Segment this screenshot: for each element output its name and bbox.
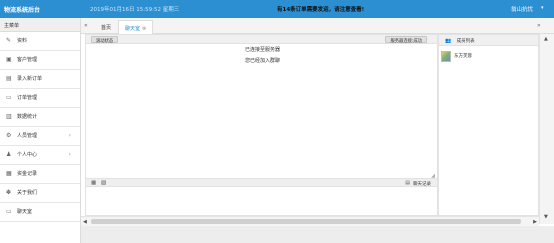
- sidebar-item-profile[interactable]: ✎ 资料: [0, 32, 80, 51]
- sidebar-item-label: 资料: [17, 38, 28, 44]
- sidebar-item-new-order[interactable]: ▤ 录入新订单: [0, 70, 80, 89]
- chevron-right-icon: ›: [68, 151, 71, 158]
- tab-label: 首页: [101, 25, 112, 31]
- people-icon: 👥: [445, 38, 452, 44]
- edit-icon: ✎: [6, 37, 12, 44]
- scroll-right-icon[interactable]: ▶: [533, 219, 537, 225]
- sidebar-item-about[interactable]: ✽ 关于我们: [0, 184, 80, 203]
- scroll-left-icon[interactable]: ◀: [83, 219, 87, 225]
- member-list-header: 👥 成员列表: [439, 35, 538, 46]
- user-menu[interactable]: 翁山抗忧: [511, 5, 533, 13]
- scroll-down-icon[interactable]: ▼: [544, 214, 548, 220]
- chat-message: 已连接至服务器: [244, 47, 280, 53]
- app-title: 物流系统后台: [4, 7, 41, 14]
- chat-history-button[interactable]: 聊天记录: [413, 181, 431, 187]
- image-icon[interactable]: ▧: [101, 180, 106, 186]
- member-panel: 👥 成员列表 东方芙蓉: [438, 34, 539, 216]
- sidebar-item-label: 数据统计: [17, 114, 38, 120]
- sidebar-item-staff[interactable]: ⚙ 人员管理 ›: [0, 127, 80, 146]
- gear-icon: ⚙: [6, 132, 12, 139]
- tab-label: 聊天室: [125, 26, 141, 32]
- list-item[interactable]: 东方芙蓉: [441, 51, 472, 62]
- sidebar-title: 主菜单: [0, 18, 80, 32]
- emoji-icon[interactable]: ▦: [91, 180, 96, 186]
- member-list-title: 成员列表: [456, 39, 475, 44]
- tab-bar: « 首页 聊天室 ⊗ »: [81, 18, 554, 34]
- chat-header: 滚动状态 服务器连接:成功: [86, 35, 437, 44]
- avatar: [441, 51, 451, 62]
- sidebar: 主菜单 ✎ 资料 ▣ 客户管理 ▤ 录入新订单 ▭ 订单管理 ▥ 数据统计 ⚙ 人员管理 › …: [0, 18, 81, 243]
- sidebar-item-funds[interactable]: ▦ 资金记录: [0, 165, 80, 184]
- chat-panel: 滚动状态 服务器连接:成功 已连接至服务器 您已经加入群聊 ◢ ▦ ▧ ▤ 聊天…: [85, 34, 438, 216]
- sidebar-item-label: 客户管理: [17, 57, 38, 63]
- sidebar-item-label: 聊天室: [17, 209, 33, 215]
- sidebar-item-statistics[interactable]: ▥ 数据统计: [0, 108, 80, 127]
- scroll-state-button[interactable]: 滚动状态: [91, 36, 119, 44]
- tab-home[interactable]: 首页: [95, 20, 117, 34]
- sidebar-item-label: 个人中心: [17, 152, 38, 158]
- server-status-badge: 服务器连接:成功: [385, 36, 427, 44]
- person-icon: ♟: [6, 151, 12, 158]
- info-icon: ✽: [6, 189, 12, 196]
- horizontal-scrollbar[interactable]: ◀ ▶: [81, 216, 539, 226]
- member-name: 东方芙蓉: [454, 54, 472, 59]
- order-notice[interactable]: 有14条订单需要发运，请注意查看!: [277, 5, 364, 13]
- chat-message: 您已经加入群聊: [244, 58, 280, 64]
- vertical-scrollbar[interactable]: ▲ ▼: [539, 34, 554, 224]
- new-order-icon: ▤: [6, 75, 12, 82]
- sidebar-item-label: 关于我们: [17, 190, 38, 196]
- close-icon[interactable]: ⊗: [142, 26, 146, 32]
- sidebar-item-customers[interactable]: ▣ 客户管理: [0, 51, 80, 70]
- tab-scroll-right-icon[interactable]: »: [537, 22, 541, 29]
- sidebar-item-chatroom[interactable]: ▭ 聊天室: [0, 203, 80, 222]
- chat-icon: ▭: [6, 208, 12, 215]
- top-bar: 物流系统后台 2019年01月16日 15:59:52 星期三 有14条订单需要…: [0, 0, 554, 18]
- chart-icon: ▥: [6, 113, 12, 120]
- tab-chatroom[interactable]: 聊天室 ⊗: [118, 20, 154, 34]
- sidebar-item-personal-center[interactable]: ♟ 个人中心 ›: [0, 146, 80, 165]
- wallet-icon: ▦: [6, 170, 12, 177]
- scrollbar-thumb[interactable]: [91, 219, 521, 224]
- sidebar-item-label: 人员管理: [17, 133, 38, 139]
- datetime-display: 2019年01月16日 15:59:52 星期三: [90, 7, 180, 13]
- footer-strip: [81, 226, 554, 243]
- sidebar-item-label: 录入新订单: [17, 76, 43, 82]
- history-icon[interactable]: ▤: [405, 180, 410, 186]
- chevron-down-icon[interactable]: ▾: [541, 5, 544, 11]
- sidebar-item-label: 订单管理: [17, 95, 38, 101]
- tab-scroll-left-icon[interactable]: «: [84, 22, 88, 29]
- chat-toolbar: ▦ ▧ ▤ 聊天记录: [86, 178, 437, 187]
- scroll-up-icon[interactable]: ▲: [544, 36, 548, 42]
- chevron-right-icon: ›: [68, 132, 71, 139]
- customer-icon: ▣: [6, 56, 12, 63]
- sidebar-item-orders[interactable]: ▭ 订单管理: [0, 89, 80, 108]
- orders-icon: ▭: [6, 94, 12, 101]
- sidebar-item-label: 资金记录: [17, 171, 38, 177]
